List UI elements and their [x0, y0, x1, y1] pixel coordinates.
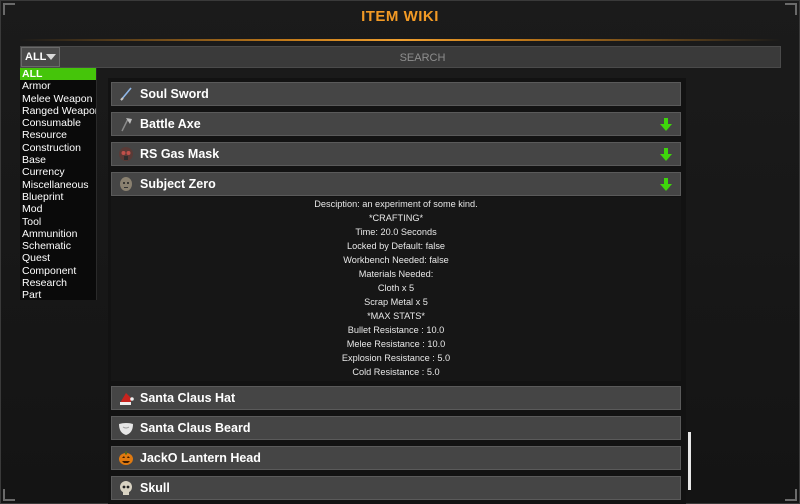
category-item-consumable[interactable]: Consumable [20, 117, 96, 129]
filter-selected-label: ALL [25, 51, 47, 63]
category-item-resource[interactable]: Resource [20, 129, 96, 141]
item-name: Battle Axe [140, 117, 201, 131]
category-item-currency[interactable]: Currency [20, 166, 96, 178]
frame-corner [785, 489, 797, 501]
detail-time: Time: 20.0 Seconds [355, 227, 437, 237]
item-row-santa-claus-hat[interactable]: Santa Claus Hat [111, 386, 681, 410]
detail-stat: Explosion Resistance : 5.0 [341, 353, 451, 363]
search-bar [20, 46, 782, 69]
category-item-all[interactable]: ALL [20, 68, 96, 81]
arrow-down-icon[interactable] [660, 178, 672, 191]
category-item-mod[interactable]: Mod [20, 203, 96, 215]
category-item-research[interactable]: Research [20, 277, 96, 289]
arrow-down-icon[interactable] [660, 148, 672, 161]
arrow-down-icon[interactable] [660, 118, 672, 131]
item-name: Subject Zero [140, 177, 216, 191]
category-filter-dropdown[interactable]: ALL [21, 47, 60, 67]
item-row-soul-sword[interactable]: Soul Sword [111, 82, 681, 106]
category-item-blueprint[interactable]: Blueprint [20, 191, 96, 203]
detail-material: Scrap Metal x 5 [364, 297, 428, 307]
category-item-schematic[interactable]: Schematic [20, 240, 96, 252]
category-item-base[interactable]: Base [20, 154, 96, 166]
pumpkin-icon [119, 451, 133, 465]
category-item-quest[interactable]: Quest [20, 252, 96, 264]
item-name: RS Gas Mask [140, 147, 220, 161]
category-item-melee-weapon[interactable]: Melee Weapon [20, 93, 96, 105]
category-item-armor[interactable]: Armor [20, 80, 96, 92]
category-item-tool[interactable]: Tool [20, 216, 96, 228]
category-list: ALL Armor Melee Weapon Ranged Weapon Con… [20, 68, 97, 301]
sword-icon [120, 87, 132, 101]
detail-stat: Cold Resistance : 5.0 [352, 367, 440, 377]
category-item-miscellaneous[interactable]: Miscellaneous [20, 179, 96, 191]
category-item-ammunition[interactable]: Ammunition [20, 228, 96, 240]
item-name: Santa Claus Beard [140, 421, 251, 435]
head-icon [120, 177, 132, 191]
chevron-down-icon [46, 54, 56, 60]
title-divider [20, 39, 780, 41]
item-name: Skull [140, 481, 170, 495]
category-item-part[interactable]: Part [20, 289, 96, 301]
category-item-component[interactable]: Component [20, 265, 96, 277]
detail-stat: Bullet Resistance : 10.0 [347, 325, 445, 335]
item-row-jacko-lantern-head[interactable]: JackO Lantern Head [111, 446, 681, 470]
item-list-scrollbar[interactable] [688, 432, 691, 490]
search-input[interactable] [63, 47, 782, 69]
detail-stats-header: *MAX STATS* [367, 311, 425, 321]
frame-corner [3, 489, 15, 501]
category-item-ranged-weapon[interactable]: Ranged Weapon [20, 105, 96, 117]
beard-icon [119, 423, 133, 435]
gas-mask-icon [119, 147, 133, 161]
detail-stat: Melee Resistance : 10.0 [346, 339, 446, 349]
detail-locked: Locked by Default: false [346, 241, 446, 251]
item-details: Desciption: an experiment of some kind. … [111, 197, 681, 381]
item-list: Soul Sword Battle Axe RS Gas Mask Subjec… [108, 78, 686, 504]
detail-crafting-header: *CRAFTING* [368, 213, 424, 223]
item-name: Santa Claus Hat [140, 391, 236, 405]
item-row-rs-gas-mask[interactable]: RS Gas Mask [111, 142, 681, 166]
detail-description: Desciption: an experiment of some kind. [314, 199, 478, 209]
item-row-subject-zero[interactable]: Subject Zero [111, 172, 681, 196]
item-row-santa-claus-beard[interactable]: Santa Claus Beard [111, 416, 681, 440]
item-row-battle-axe[interactable]: Battle Axe [111, 112, 681, 136]
item-name: JackO Lantern Head [140, 451, 261, 465]
santa-hat-icon [120, 393, 134, 405]
item-row-skull[interactable]: Skull [111, 476, 681, 500]
detail-material: Cloth x 5 [377, 283, 415, 293]
skull-icon [120, 481, 132, 495]
detail-workbench: Workbench Needed: false [343, 255, 449, 265]
axe-icon [121, 118, 132, 132]
category-item-construction[interactable]: Construction [20, 142, 96, 154]
detail-materials-header: Materials Needed: [358, 269, 434, 279]
item-name: Soul Sword [140, 87, 209, 101]
window-title: ITEM WIKI [361, 8, 439, 25]
